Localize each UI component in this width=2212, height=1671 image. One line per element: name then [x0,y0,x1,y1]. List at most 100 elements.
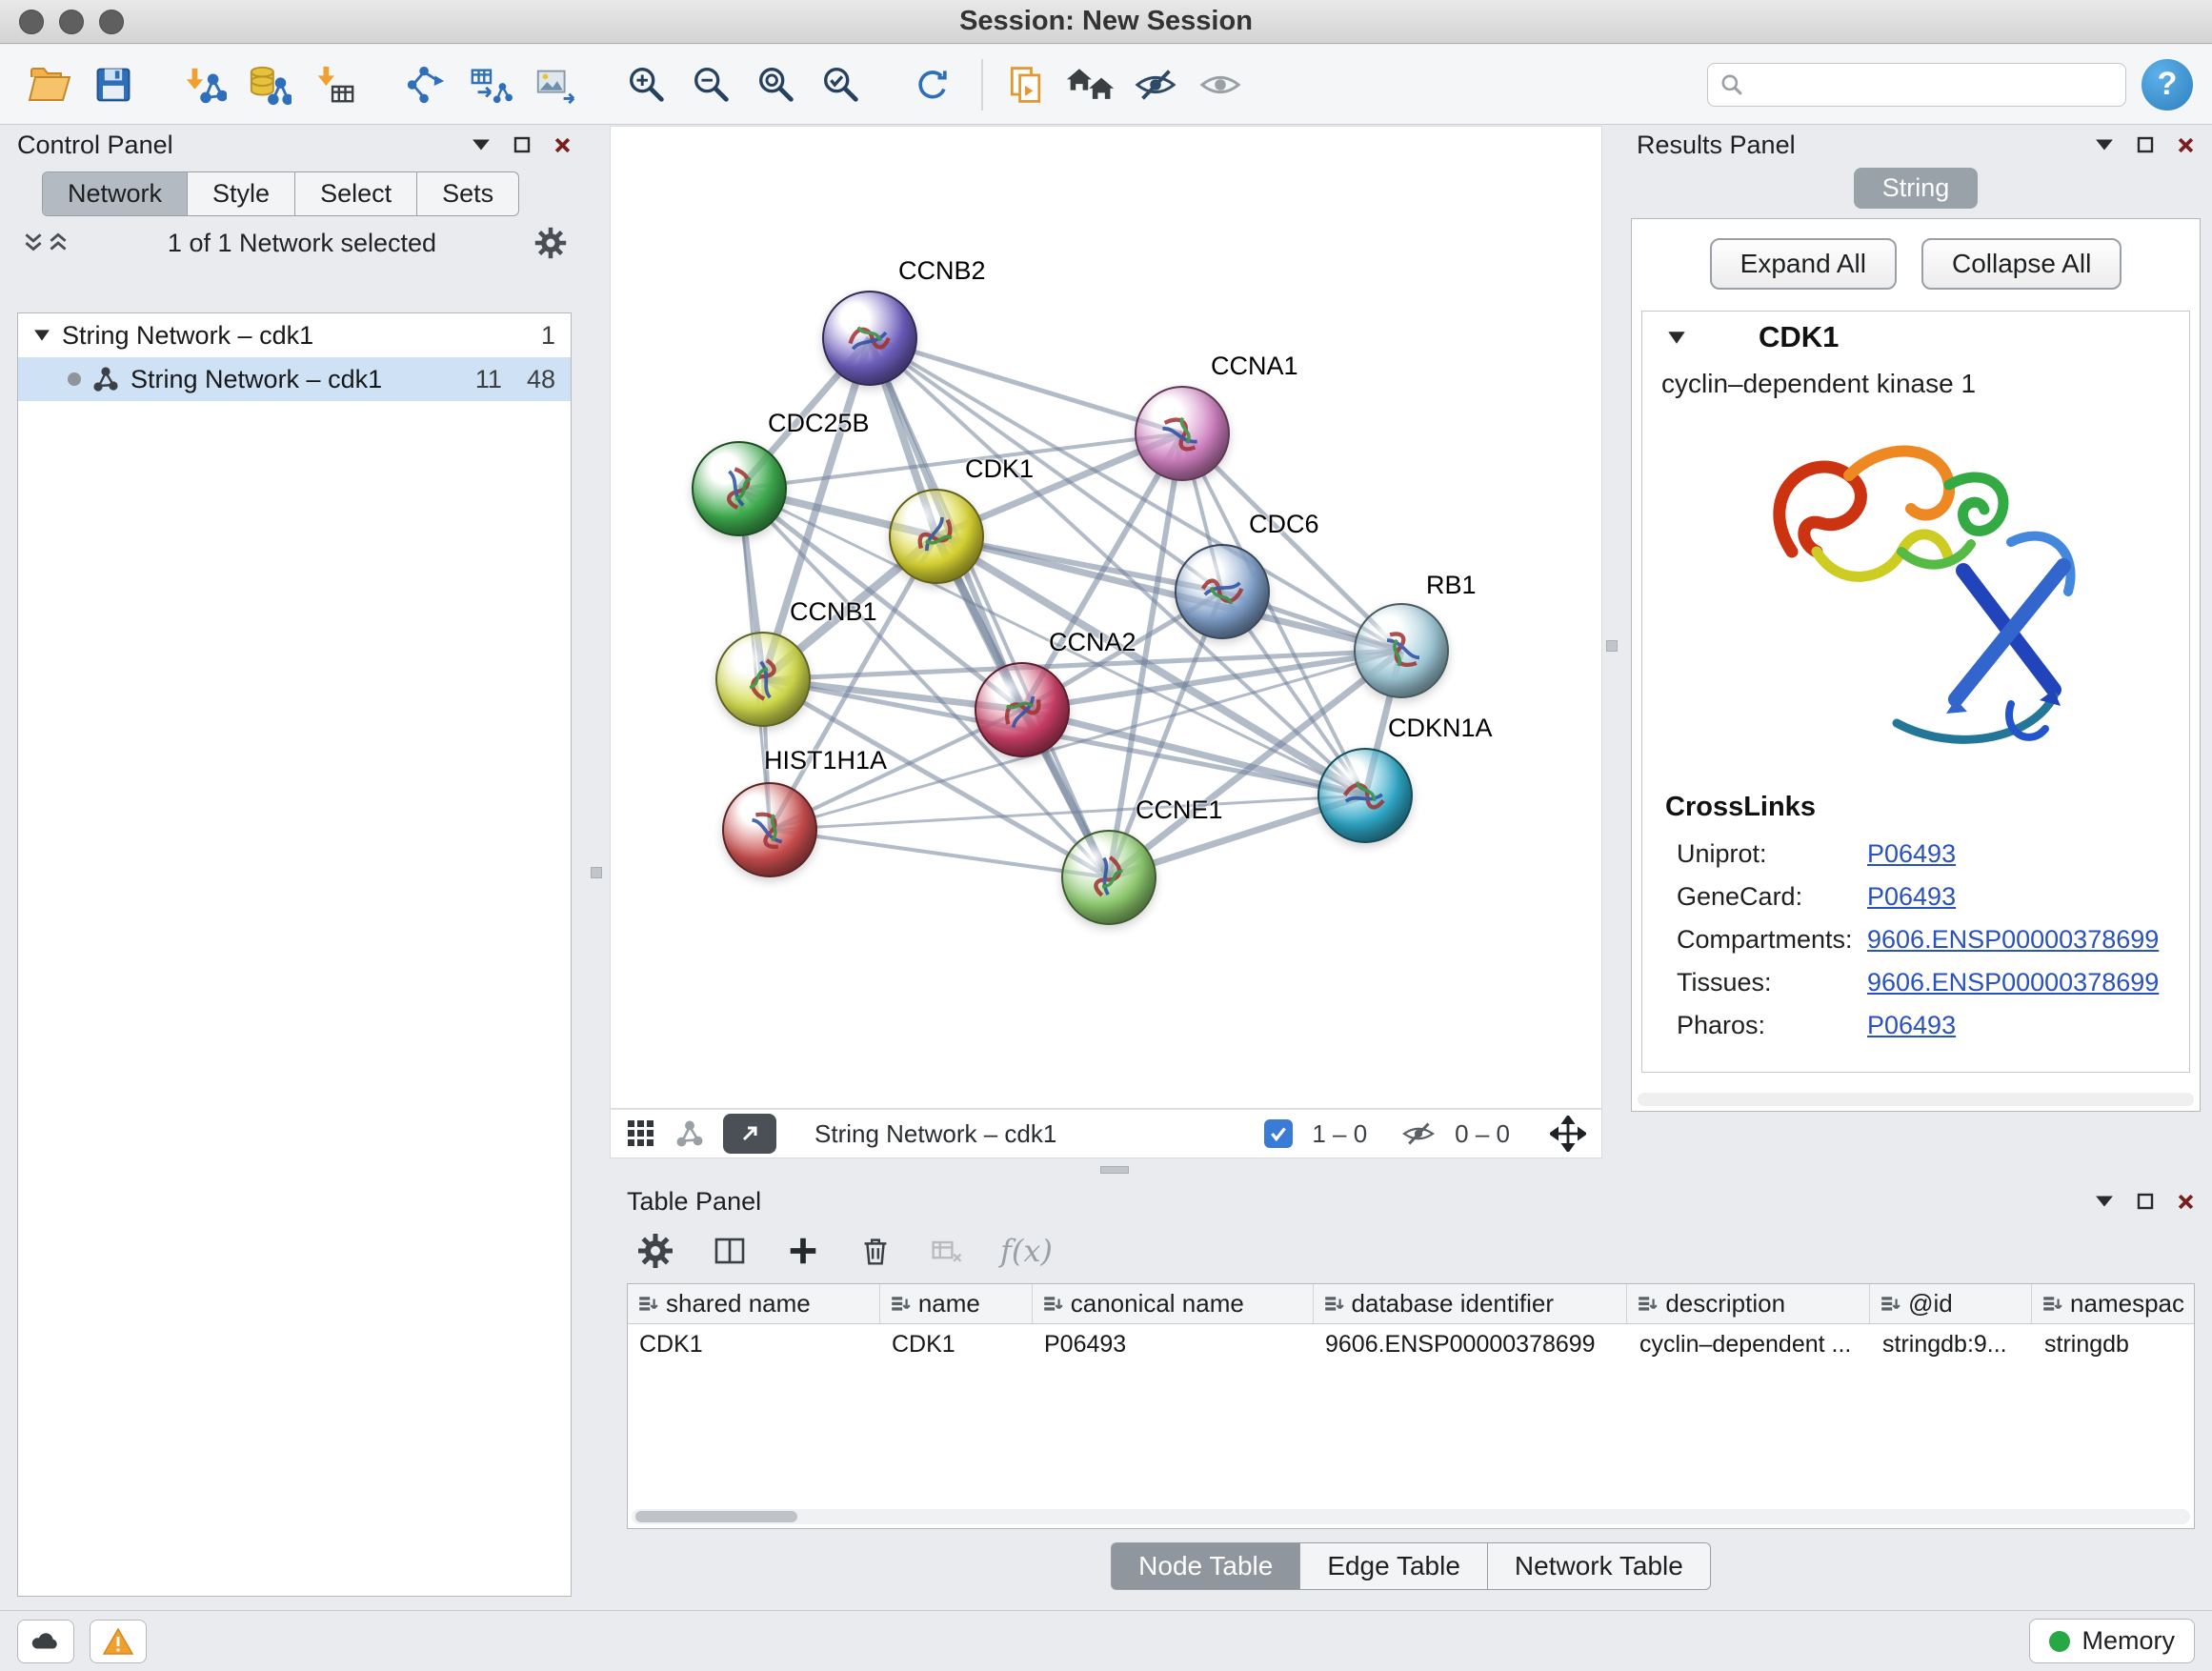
warning-button[interactable] [90,1620,147,1663]
add-column-icon[interactable] [785,1233,821,1269]
panel-float-icon[interactable] [2137,1193,2154,1210]
zoom-in-button[interactable] [617,55,676,114]
zoom-fit-button[interactable] [747,55,806,114]
panel-close-icon[interactable] [553,136,572,154]
protein-thumbnail-icon [1073,839,1145,915]
search-input[interactable] [1754,70,2114,99]
tab-sets[interactable]: Sets [417,172,518,215]
column-header[interactable]: @id [1870,1284,2032,1323]
network-node-ccnb1[interactable] [715,632,811,727]
network-canvas[interactable]: CCNB2CCNA1CDC25BCDK1CDC6RB1CCNB1CCNA2CDK… [610,126,1602,1109]
copy-document-button[interactable] [996,55,1056,114]
crosslink-link[interactable]: 9606.ENSP00000378699 [1867,925,2159,955]
network-node-ccna2[interactable] [975,662,1070,757]
tree-network-row[interactable]: String Network – cdk1 11 48 [18,357,571,401]
tab-network[interactable]: Network [43,172,188,215]
share-view-icon[interactable] [675,1119,704,1148]
splitter-handle[interactable] [591,867,602,878]
results-scrollbar[interactable] [1638,1093,2194,1106]
panel-close-icon[interactable] [2177,136,2195,154]
network-node-ccna1[interactable] [1135,386,1230,481]
splitter-handle[interactable] [1606,640,1618,652]
save-session-button[interactable] [84,55,143,114]
network-node-cdc25b[interactable] [692,441,787,536]
function-builder-button[interactable]: f(x) [1000,1233,1053,1269]
panel-collapse-icon[interactable] [472,138,491,151]
network-node-cdk1[interactable] [889,489,984,584]
grid-view-icon[interactable] [626,1118,656,1149]
protein-section-header[interactable]: CDK1 [1642,312,2189,363]
column-header[interactable]: namespac [2032,1284,2194,1323]
crosslink-link[interactable]: P06493 [1867,1011,1956,1040]
zoom-out-button[interactable] [682,55,741,114]
delete-column-icon[interactable] [857,1233,894,1269]
close-window-button[interactable] [19,10,44,34]
memory-button[interactable]: Memory [2029,1619,2195,1663]
table-hscrollbar[interactable] [632,1509,2190,1524]
crosslink-link[interactable]: 9606.ENSP00000378699 [1867,968,2159,997]
network-table-button[interactable] [461,55,520,114]
import-table-button[interactable] [305,55,364,114]
panel-float-icon[interactable] [2137,136,2154,153]
column-header[interactable]: shared name [628,1284,880,1323]
crosslink-link[interactable]: P06493 [1867,839,1956,869]
splitter-handle[interactable] [1100,1166,1129,1174]
help-button[interactable]: ? [2142,59,2193,111]
panel-close-icon[interactable] [2177,1193,2195,1211]
new-network-button[interactable] [396,55,455,114]
network-node-hist1h1a[interactable] [722,782,817,877]
cloud-button[interactable] [17,1620,74,1663]
table-row[interactable]: CDK1 CDK1 P06493 9606.ENSP00000378699 cy… [628,1324,2194,1364]
refresh-button[interactable] [903,55,962,114]
panel-float-icon[interactable] [513,136,531,153]
table-columns-icon[interactable] [711,1232,749,1270]
tab-style[interactable]: Style [188,172,295,215]
collapse-all-button[interactable]: Collapse All [1921,238,2122,290]
zoom-window-button[interactable] [99,10,124,34]
expand-all-button[interactable]: Expand All [1710,238,1897,290]
crosslink-link[interactable]: P06493 [1867,882,1956,912]
export-image-button[interactable] [526,55,585,114]
open-session-button[interactable] [19,55,78,114]
crosslink-row: GeneCard: P06493 [1642,876,2189,918]
column-header[interactable]: description [1627,1284,1870,1323]
zoom-selected-button[interactable] [812,55,871,114]
import-network-file-button[interactable] [175,55,234,114]
tab-network-table[interactable]: Network Table [1488,1542,1711,1590]
tab-edge-table[interactable]: Edge Table [1300,1542,1488,1590]
table-gear-icon[interactable] [636,1232,674,1270]
protein-thumbnail-icon [982,671,1062,749]
tree-root-row[interactable]: String Network – cdk1 1 [18,313,571,357]
network-node-cdkn1a[interactable] [1317,748,1413,843]
tab-select[interactable]: Select [295,172,417,215]
tree-disclosure-icon[interactable] [33,329,50,342]
double-home-icon [1066,64,1116,106]
column-header[interactable]: database identifier [1314,1284,1628,1323]
expand-all-icon[interactable] [46,231,70,255]
collapse-all-icon[interactable] [21,231,46,255]
network-node-cdc6[interactable] [1175,544,1270,639]
network-node-rb1[interactable] [1354,603,1449,698]
tab-node-table[interactable]: Node Table [1111,1542,1300,1590]
network-node-ccnb2[interactable] [822,291,917,386]
tree-network-label: String Network – cdk1 [131,365,382,394]
selected-checkbox-icon[interactable] [1264,1119,1293,1148]
tab-string[interactable]: String [1854,168,1979,209]
minimize-window-button[interactable] [59,10,84,34]
control-panel-title: Control Panel [17,131,173,160]
column-header[interactable]: canonical name [1033,1284,1314,1323]
hide-selected-button[interactable] [1126,55,1185,114]
pan-move-icon[interactable] [1550,1116,1586,1152]
table-hscrollbar-thumb[interactable] [635,1511,797,1522]
hidden-eye-icon[interactable] [1401,1117,1436,1151]
show-all-button[interactable] [1191,55,1250,114]
column-header[interactable]: name [880,1284,1033,1323]
import-network-database-button[interactable] [240,55,299,114]
double-home-button[interactable] [1061,55,1120,114]
panel-collapse-icon[interactable] [2095,1195,2114,1208]
section-disclosure-icon[interactable] [1667,331,1686,345]
overview-toggle-button[interactable] [723,1114,776,1154]
panel-collapse-icon[interactable] [2095,138,2114,151]
gear-icon[interactable] [533,226,568,260]
network-node-ccne1[interactable] [1061,830,1156,925]
